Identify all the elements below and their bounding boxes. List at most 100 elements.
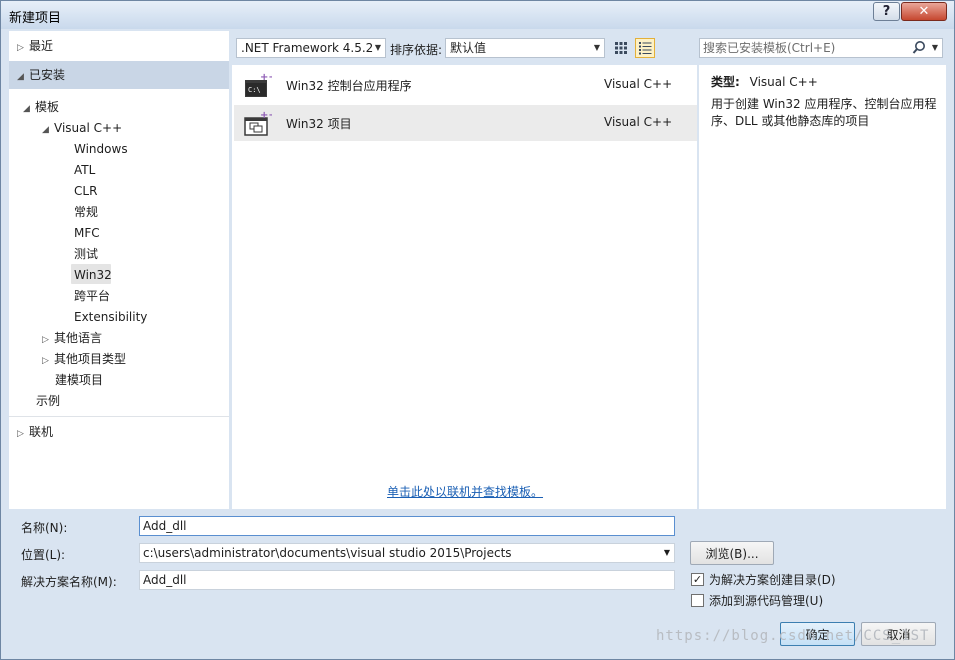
svg-text:++: ++ xyxy=(260,111,272,121)
template-row-win32-project[interactable]: ++ Win32 项目 Visual C++ xyxy=(234,105,697,141)
tree-item-test[interactable]: 测试 xyxy=(74,244,98,264)
location-label: 位置(L): xyxy=(21,548,66,562)
sort-value: 默认值 xyxy=(450,41,487,55)
tree-item-cross-platform[interactable]: 跨平台 xyxy=(74,286,110,306)
help-button[interactable]: ? xyxy=(873,2,900,21)
tree-item-label: Windows xyxy=(74,142,128,156)
search-toolbar: 搜索已安装模板(Ctrl+E) ▼ xyxy=(699,31,946,65)
new-project-dialog: 新建项目 ? ✕ ▷ 最近 ◢ 已安装 ◢ 模板 ◢ Visual C++ Window… xyxy=(0,0,955,660)
tree-item-modeling-projects[interactable]: 建模项目 xyxy=(55,370,103,390)
tree-item-label: Extensibility xyxy=(74,310,148,324)
create-directory-label: 为解决方案创建目录(D) xyxy=(709,573,836,587)
location-select[interactable]: c:\users\administrator\documents\visual … xyxy=(139,543,675,563)
tree-item-templates[interactable]: ◢ 模板 xyxy=(23,97,59,117)
expand-arrow-icon[interactable]: ▷ xyxy=(17,38,29,58)
tree-item-online[interactable]: ▷ 联机 xyxy=(17,422,53,442)
tree-item-label: MFC xyxy=(74,226,100,240)
tree-item-visual-cpp[interactable]: ◢ Visual C++ xyxy=(42,118,122,138)
chevron-down-icon: ▼ xyxy=(663,548,670,557)
sort-select[interactable]: 默认值 ▼ xyxy=(445,38,605,58)
expand-arrow-icon[interactable]: ▷ xyxy=(42,330,54,350)
framework-value: .NET Framework 4.5.2 xyxy=(241,41,374,55)
project-name-input[interactable]: Add_dll xyxy=(139,516,675,536)
tree-item-label: ATL xyxy=(74,163,96,177)
sort-label: 排序依据: xyxy=(390,43,443,57)
svg-text:++: ++ xyxy=(260,73,272,83)
type-label: 类型: xyxy=(711,75,740,89)
template-type: 类型: Visual C++ xyxy=(711,73,818,90)
tree-item-general[interactable]: 常规 xyxy=(74,202,98,222)
tree-item-clr[interactable]: CLR xyxy=(74,181,97,201)
tree-item-label: 联机 xyxy=(29,425,54,439)
tree-item-mfc[interactable]: MFC xyxy=(74,223,100,243)
tree-item-label: 跨平台 xyxy=(74,289,111,303)
tree-item-label: Win32 xyxy=(74,268,112,282)
tree-item-other-project-types[interactable]: ▷ 其他项目类型 xyxy=(42,349,126,369)
collapse-arrow-icon[interactable]: ◢ xyxy=(42,120,54,140)
search-placeholder: 搜索已安装模板(Ctrl+E) xyxy=(703,41,836,55)
project-name-value: Add_dll xyxy=(143,519,187,533)
list-toolbar: .NET Framework 4.5.2 ▼ 排序依据: 默认值 ▼ xyxy=(232,31,697,65)
expand-arrow-icon[interactable]: ▷ xyxy=(42,351,54,371)
template-row-win32-console[interactable]: C:\ ++ Win32 控制台应用程序 Visual C++ xyxy=(234,67,697,103)
search-icon[interactable] xyxy=(912,40,926,56)
win32-project-icon: ++ xyxy=(244,111,272,136)
close-button[interactable]: ✕ xyxy=(901,2,947,21)
add-source-control-checkbox[interactable]: 添加到源代码管理(U) xyxy=(691,594,823,610)
chevron-down-icon[interactable]: ▼ xyxy=(932,39,938,57)
close-icon: ✕ xyxy=(918,4,930,19)
tree-item-installed[interactable]: ◢ 已安装 xyxy=(17,65,65,85)
find-templates-online-link[interactable]: 单击此处以联机并查找模板。 xyxy=(387,483,543,500)
tree-item-label: 其他项目类型 xyxy=(54,352,127,366)
list-view-button[interactable] xyxy=(635,38,655,58)
title-bar: 新建项目 ? ✕ xyxy=(1,1,954,29)
template-tree: ▷ 最近 ◢ 已安装 ◢ 模板 ◢ Visual C++ Windows ATL CLR… xyxy=(9,31,229,509)
expand-arrow-icon[interactable]: ▷ xyxy=(17,424,29,444)
chevron-down-icon: ▼ xyxy=(593,43,600,52)
browse-button[interactable]: 浏览(B)... xyxy=(690,541,774,565)
tree-item-extensibility[interactable]: Extensibility xyxy=(74,307,147,327)
template-language: Visual C++ xyxy=(604,77,673,91)
tree-item-label: 建模项目 xyxy=(55,373,104,387)
template-name: Win32 项目 xyxy=(286,117,352,131)
tree-item-other-languages[interactable]: ▷ 其他语言 xyxy=(42,328,102,348)
grid-view-icon xyxy=(615,42,627,54)
tree-item-label: 其他语言 xyxy=(54,331,103,345)
type-value: Visual C++ xyxy=(749,75,818,89)
tree-item-windows[interactable]: Windows xyxy=(74,139,128,159)
tree-item-recent[interactable]: ▷ 最近 xyxy=(17,36,53,56)
collapse-arrow-icon[interactable]: ◢ xyxy=(23,99,35,119)
tree-item-atl[interactable]: ATL xyxy=(74,160,95,180)
solution-name-value: Add_dll xyxy=(143,573,187,587)
tree-item-label: 已安装 xyxy=(29,68,66,82)
template-description: 用于创建 Win32 应用程序、控制台应用程序、DLL 或其他静态库的项目 xyxy=(711,97,937,128)
dialog-title: 新建项目 xyxy=(9,11,62,26)
tree-item-label: 示例 xyxy=(36,394,61,408)
tree-item-win32[interactable]: Win32 xyxy=(74,265,112,285)
tree-divider xyxy=(9,416,229,417)
framework-select[interactable]: .NET Framework 4.5.2 ▼ xyxy=(236,38,386,58)
tree-item-samples[interactable]: 示例 xyxy=(36,391,60,411)
location-value: c:\users\administrator\documents\visual … xyxy=(143,546,512,560)
tree-item-label: 最近 xyxy=(29,39,54,53)
checkbox-checked-icon[interactable]: ✓ xyxy=(691,573,704,586)
list-view-icon xyxy=(639,42,652,55)
template-name: Win32 控制台应用程序 xyxy=(286,79,412,93)
checkbox-unchecked-icon[interactable] xyxy=(691,594,704,607)
tree-item-label: 常规 xyxy=(74,205,99,219)
tree-item-label: Visual C++ xyxy=(54,121,123,135)
search-input[interactable]: 搜索已安装模板(Ctrl+E) ▼ xyxy=(699,38,943,58)
help-icon: ? xyxy=(882,4,891,19)
collapse-arrow-icon[interactable]: ◢ xyxy=(17,67,29,87)
create-directory-checkbox[interactable]: ✓ 为解决方案创建目录(D) xyxy=(691,573,836,589)
solution-name-label: 解决方案名称(M): xyxy=(21,575,117,589)
add-source-control-label: 添加到源代码管理(U) xyxy=(709,594,824,608)
solution-name-input[interactable]: Add_dll xyxy=(139,570,675,590)
template-info-panel: 搜索已安装模板(Ctrl+E) ▼ 类型: Visual C++ 用于创建 Wi… xyxy=(699,31,946,509)
console-app-icon: C:\ ++ xyxy=(245,73,272,97)
template-list-panel: .NET Framework 4.5.2 ▼ 排序依据: 默认值 ▼ C:\ +… xyxy=(232,31,697,509)
tree-item-label: CLR xyxy=(74,184,98,198)
name-label: 名称(N): xyxy=(21,521,68,535)
small-icons-view-button[interactable] xyxy=(611,38,631,58)
chevron-down-icon: ▼ xyxy=(374,43,381,52)
